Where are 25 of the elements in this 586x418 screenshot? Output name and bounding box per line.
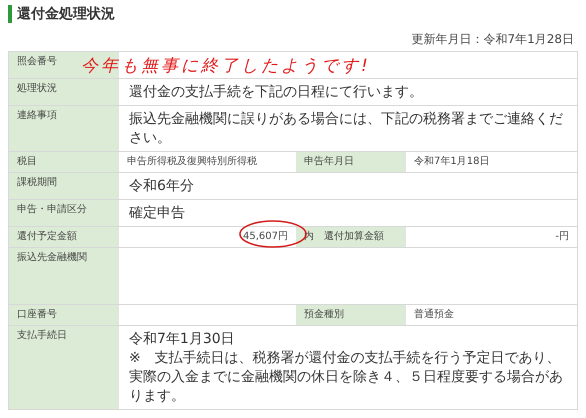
field-label: 還付予定金額 <box>9 227 119 247</box>
handwritten-note: 今年も無事に終了したようです! <box>81 55 371 77</box>
field-value: 確定申告 <box>129 204 186 223</box>
field-value: 45,607円 <box>243 231 288 243</box>
field-value: 還付金の支払手続を下記の日程にて行います。 <box>129 83 424 102</box>
field-label: 振込先金融機関 <box>9 248 119 304</box>
field-value: 令和7年1月18日 <box>414 156 490 168</box>
field-label: 連絡事項 <box>9 106 119 151</box>
field-label: 課税期間 <box>9 173 119 199</box>
update-date: 更新年月日：令和7年1月28日 <box>411 32 574 46</box>
note-text: ※ 支払手続日は、税務署が還付金の支払手続を行う予定日であり、実際の入金までに金融機関の休日を除き４、５日程度要する場合があります。 <box>129 349 564 406</box>
field-label: 預金種別 <box>296 305 406 325</box>
section-title: 還付金処理状況 <box>17 5 115 23</box>
field-label: 処理状況 <box>9 79 119 105</box>
field-label: 申告・申請区分 <box>9 200 119 226</box>
field-value: 振込先金融機関に誤りがある場合には、下記の税務署までご連絡ください。 <box>129 110 564 148</box>
field-value: 申告所得税及復興特別所得税 <box>127 156 257 168</box>
field-label: 支払手続日 <box>9 326 119 409</box>
field-value: -円 <box>555 231 569 243</box>
field-label: 口座番号 <box>9 305 119 325</box>
field-value: 令和6年分 <box>129 177 195 196</box>
field-label: 税目 <box>9 152 119 172</box>
field-value: 令和7年1月30日 <box>129 330 236 349</box>
field-value: 普通預金 <box>414 309 454 321</box>
field-label: 申告年月日 <box>296 152 406 172</box>
